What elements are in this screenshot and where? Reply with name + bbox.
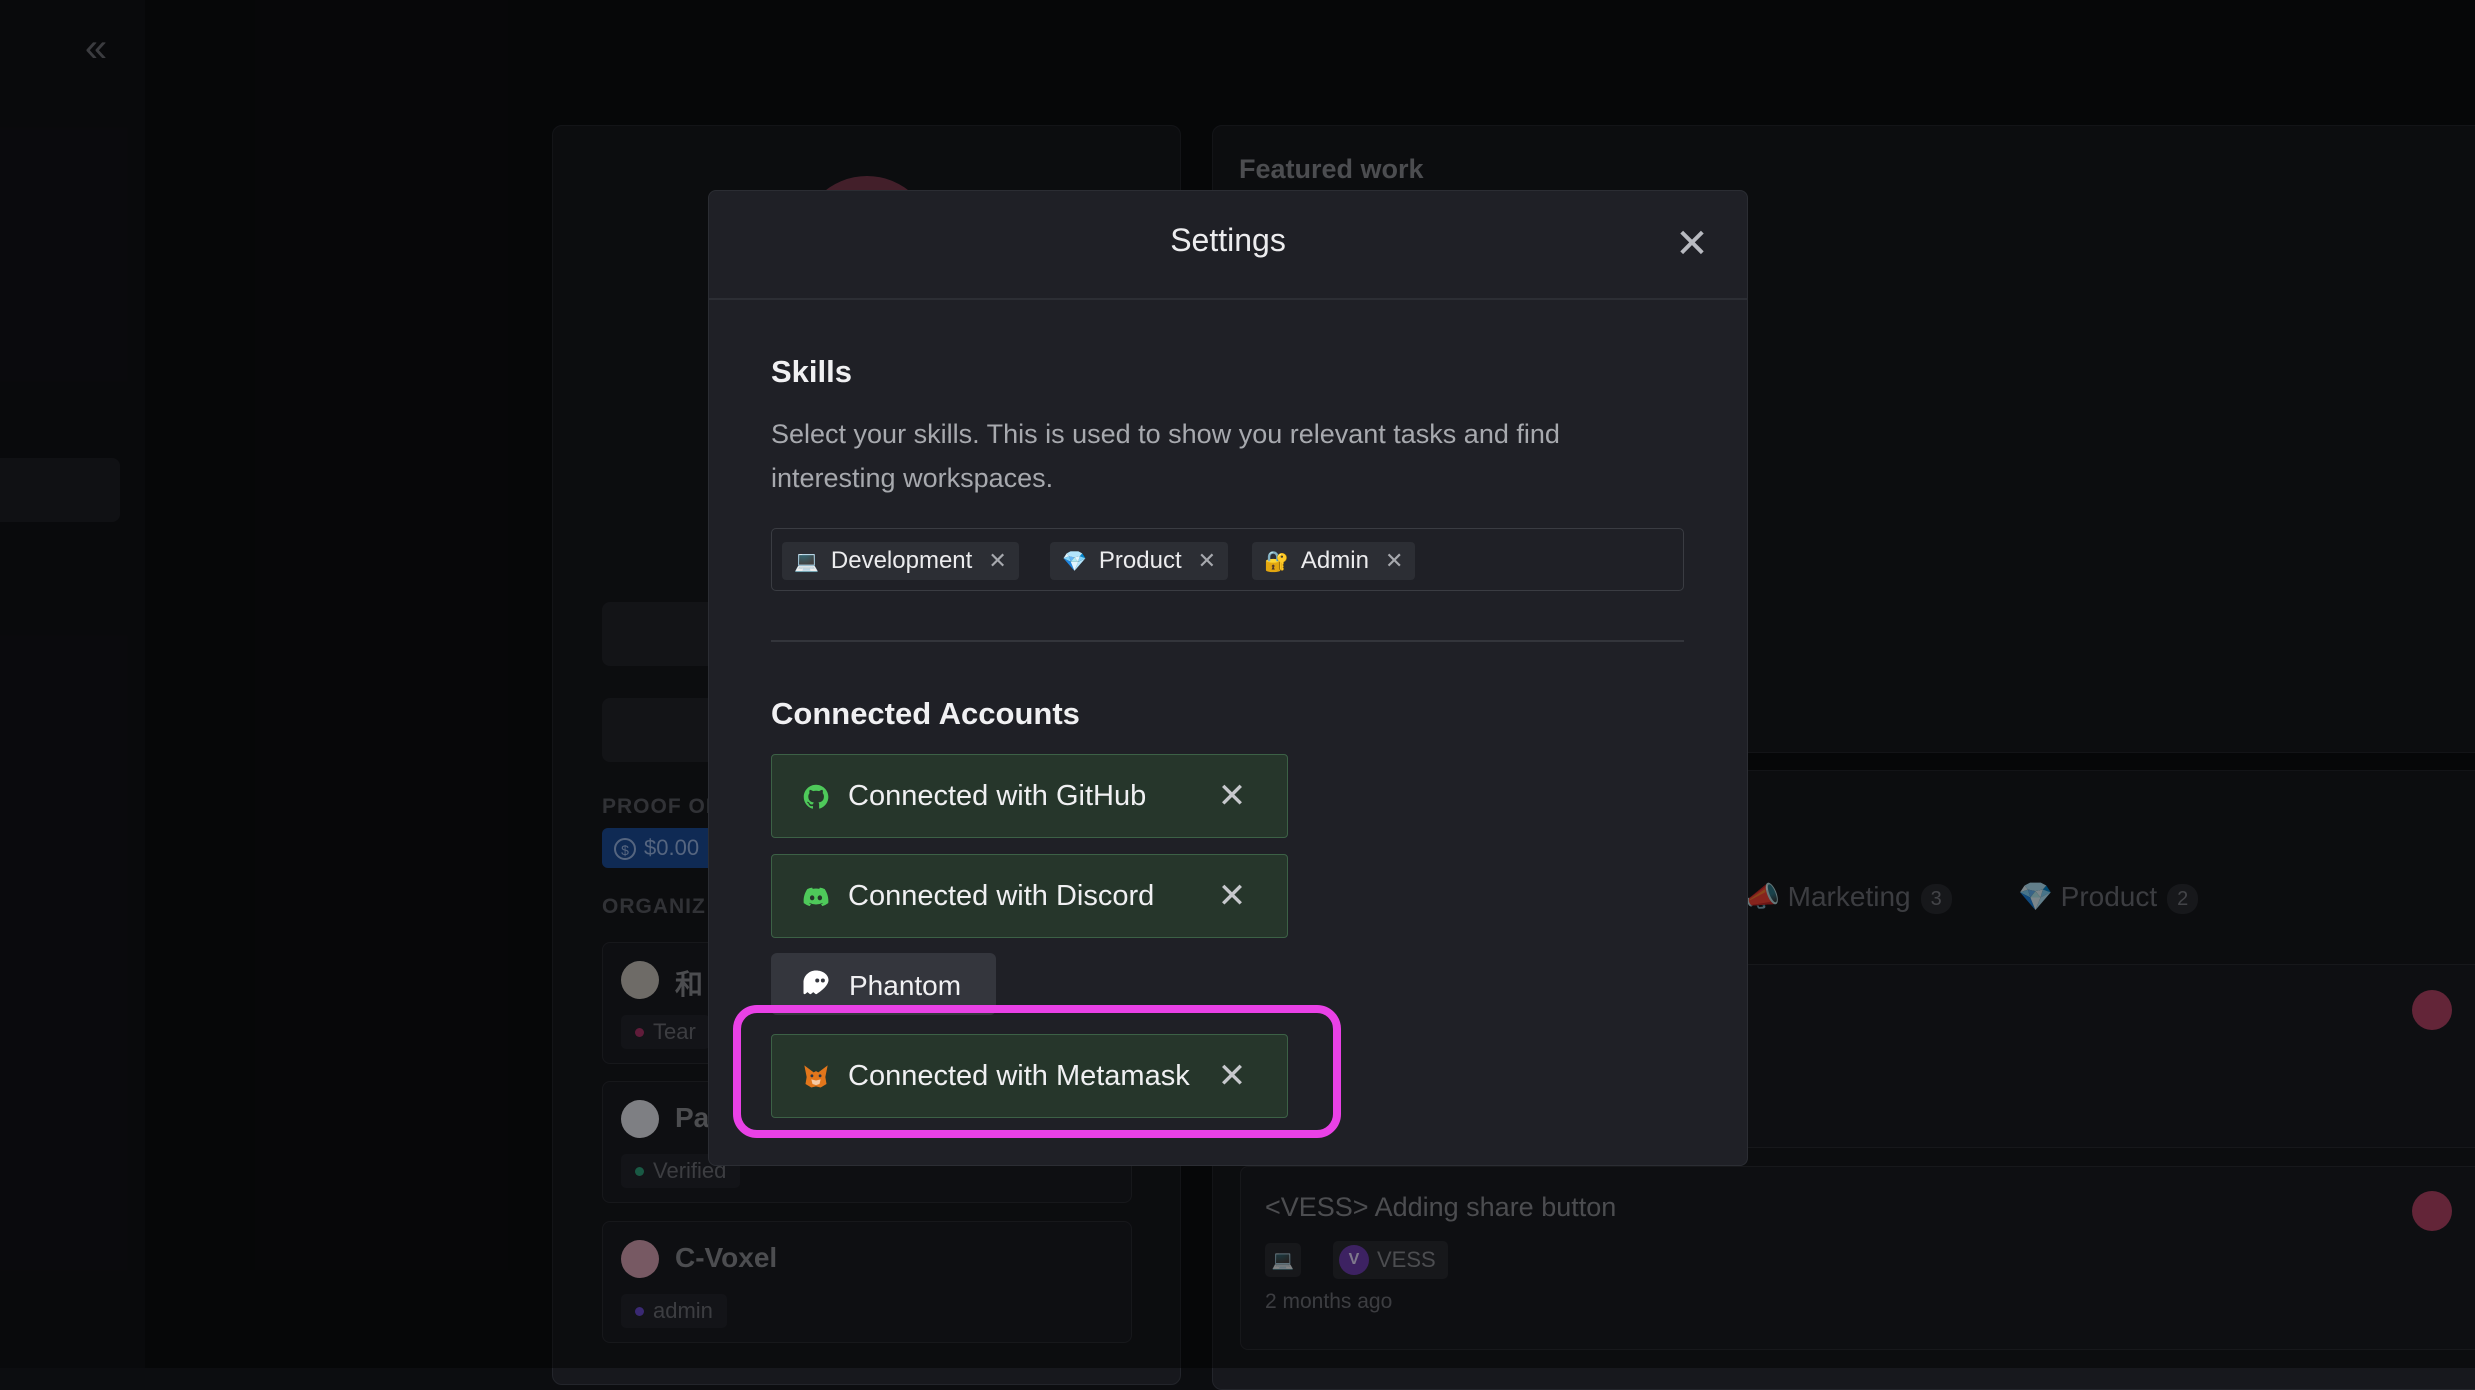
divider: [771, 640, 1684, 642]
skills-heading: Skills: [771, 354, 852, 389]
modal-title: Settings: [1170, 222, 1286, 258]
divider: [709, 298, 1747, 300]
remove-chip-icon[interactable]: ✕: [1385, 548, 1403, 573]
discord-account: Connected with Discord ✕: [771, 854, 1288, 938]
disconnect-icon[interactable]: ✕: [1212, 776, 1252, 816]
lock-key-icon: 🔐: [1264, 551, 1289, 573]
skill-chip-development: 💻 Development ✕: [782, 542, 1019, 580]
account-label: Connected with GitHub: [848, 780, 1147, 812]
remove-chip-icon[interactable]: ✕: [988, 548, 1006, 573]
discord-icon: [803, 887, 829, 907]
skills-description: Select your skills. This is used to show…: [771, 419, 1560, 493]
phantom-ghost-icon: [803, 970, 829, 995]
skill-chip-admin: 🔐 Admin ✕: [1252, 542, 1416, 580]
gem-icon: 💎: [1062, 551, 1087, 573]
laptop-icon: 💻: [794, 551, 819, 573]
highlight-box: [733, 1005, 1341, 1138]
connected-accounts-heading: Connected Accounts: [771, 696, 1080, 731]
skill-chip-product: 💎 Product ✕: [1050, 542, 1229, 580]
github-account: Connected with GitHub ✕: [771, 754, 1288, 838]
account-label: Connected with Discord: [848, 880, 1155, 912]
remove-chip-icon[interactable]: ✕: [1198, 548, 1216, 573]
github-icon: [803, 784, 829, 809]
disconnect-icon[interactable]: ✕: [1212, 876, 1252, 916]
close-icon[interactable]: ✕: [1672, 224, 1712, 264]
